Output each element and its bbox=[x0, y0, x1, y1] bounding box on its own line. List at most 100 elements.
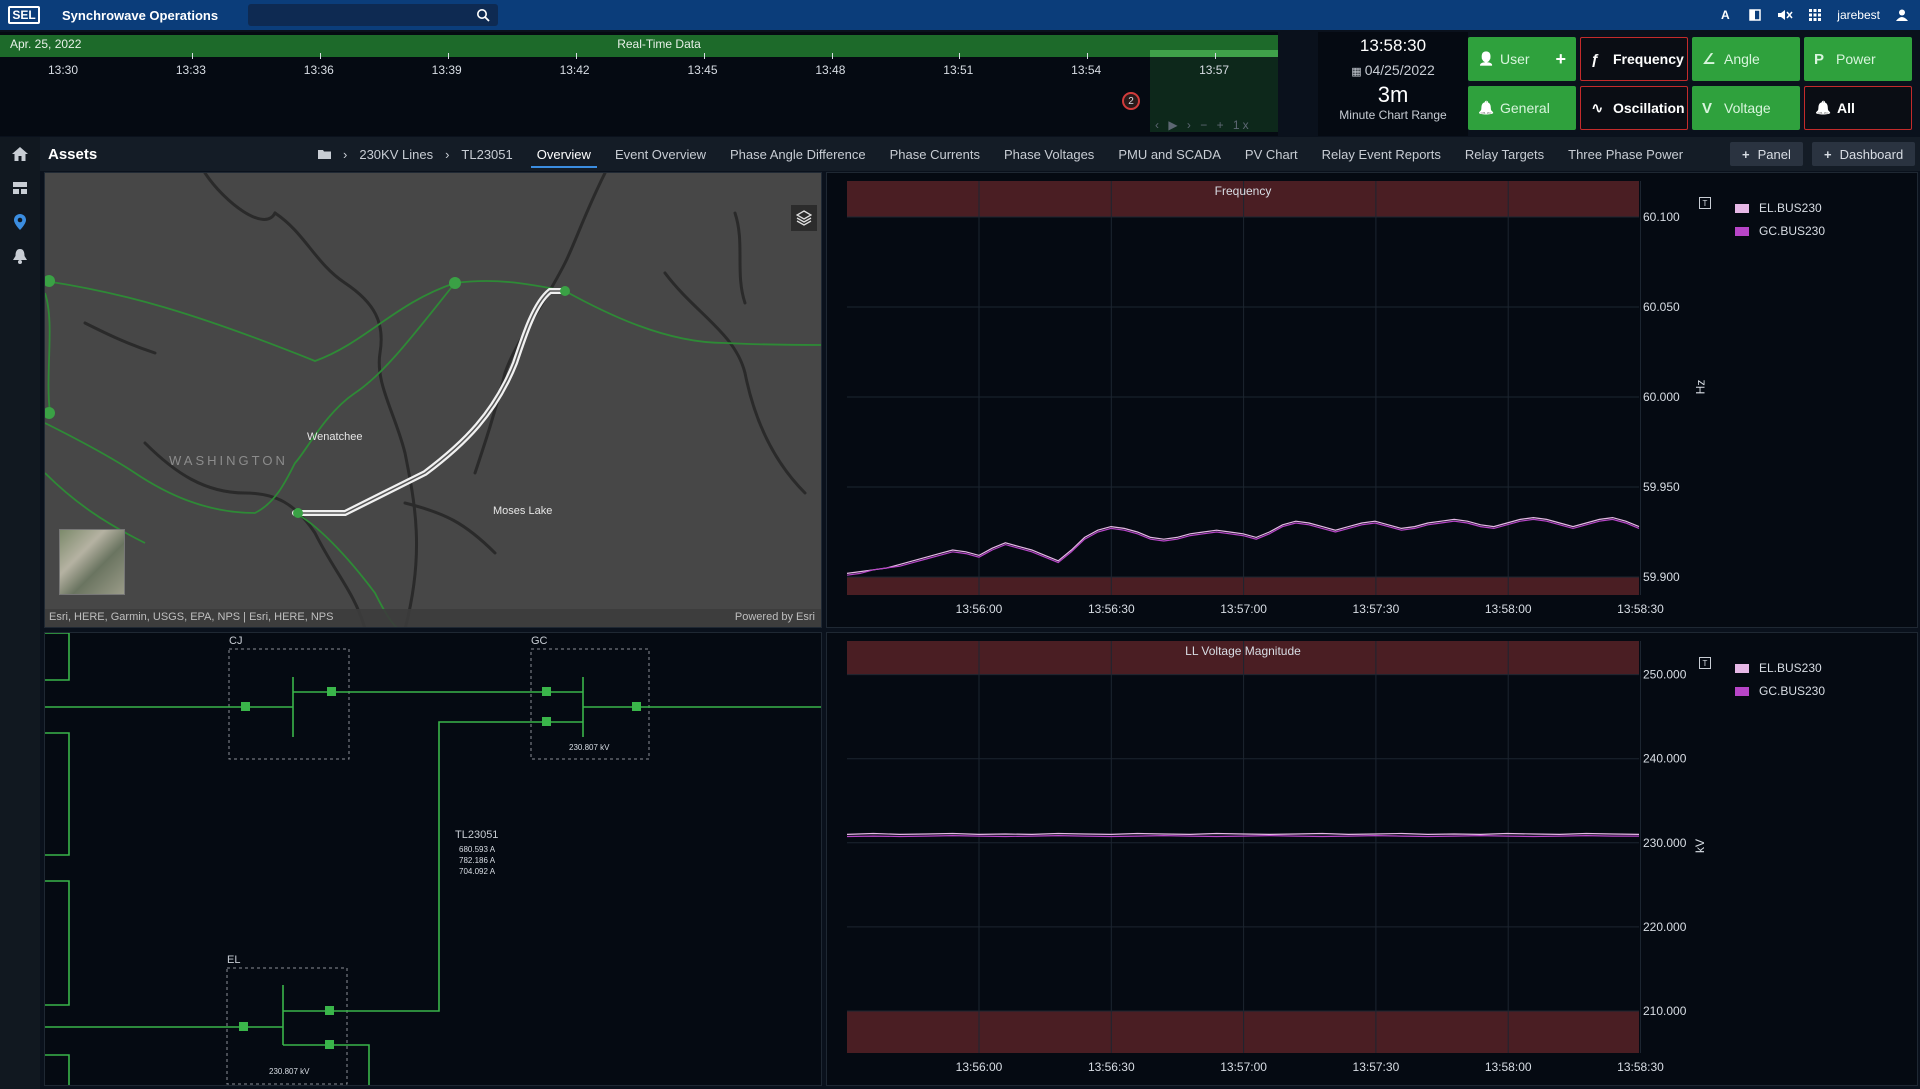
timeline-tick bbox=[703, 53, 705, 59]
dashboard-icon[interactable] bbox=[0, 171, 40, 205]
voltage-chart-panel[interactable]: 13:56:00 13:56:30 13:57:00 13:57:30 13:58:00… bbox=[826, 632, 1918, 1086]
tab-event-overview[interactable]: Event Overview bbox=[615, 139, 706, 170]
frequency-chart-panel[interactable]: 13:56:00 13:56:30 13:57:00 13:57:30 13:58:00… bbox=[826, 172, 1918, 628]
tab-phase-angle-difference[interactable]: Phase Angle Difference bbox=[730, 139, 866, 170]
diagram-canvas[interactable] bbox=[45, 633, 822, 1086]
x-tick-label: 13:58:30 bbox=[1617, 1060, 1664, 1074]
angle-alarm-button[interactable]: ∠ Angle bbox=[1692, 37, 1800, 81]
tab-pmu-and-scada[interactable]: PMU and SCADA bbox=[1118, 139, 1221, 170]
legend-swatch bbox=[1735, 686, 1749, 696]
calendar-icon[interactable]: ▦ bbox=[1351, 66, 1364, 78]
timeline-tick bbox=[959, 53, 961, 59]
chart-range[interactable]: 3m bbox=[1318, 82, 1468, 108]
station-label-cj[interactable]: CJ bbox=[229, 635, 242, 647]
frequency-alarm-button[interactable]: ƒ Frequency bbox=[1580, 37, 1688, 81]
plus-icon: + bbox=[1824, 146, 1832, 162]
search-icon[interactable] bbox=[476, 8, 490, 22]
oscillation-icon: ∿ bbox=[1591, 100, 1604, 117]
line-label[interactable]: TL23051 bbox=[455, 829, 498, 841]
timeline-event-badge[interactable]: 2 bbox=[1122, 92, 1140, 110]
oscillation-alarm-button[interactable]: ∿ Oscillation bbox=[1580, 86, 1688, 130]
timeline-tick-label: 13:30 bbox=[47, 63, 79, 77]
tab-relay-targets[interactable]: Relay Targets bbox=[1465, 139, 1544, 170]
legend-swatch bbox=[1735, 203, 1749, 213]
x-tick-label: 13:57:30 bbox=[1353, 1060, 1400, 1074]
bus-voltage-gc: 230.807 kV bbox=[569, 743, 610, 752]
breadcrumb-item[interactable]: TL23051 bbox=[461, 147, 512, 162]
tab-overview[interactable]: Overview bbox=[530, 139, 598, 170]
series-line-el-bus230 bbox=[846, 832, 1640, 836]
plus-icon: + bbox=[1742, 146, 1750, 162]
voltage-icon: V bbox=[1702, 99, 1713, 117]
station-label-el[interactable]: EL bbox=[227, 954, 240, 966]
breadcrumb: › 230KV Lines › TL23051 bbox=[318, 147, 513, 162]
add-panel-button[interactable]: + Panel bbox=[1730, 142, 1803, 166]
y-tick-label: 59.900 bbox=[1643, 570, 1680, 584]
map-panel[interactable]: Wenatchee WASHINGTON Moses Lake Esri, HE… bbox=[44, 172, 822, 628]
layers-button[interactable] bbox=[791, 205, 817, 231]
user-icon[interactable] bbox=[1894, 7, 1910, 23]
chart-legend: EL.BUS230 GC.BUS230 bbox=[1735, 661, 1825, 707]
button-label: Voltage bbox=[1724, 100, 1771, 116]
legend-swatch bbox=[1735, 226, 1749, 236]
legend-item[interactable]: GC.BUS230 bbox=[1735, 224, 1825, 238]
user-alarm-button[interactable]: 👤 User + bbox=[1468, 37, 1576, 81]
map-label-city: Moses Lake bbox=[493, 505, 553, 517]
tab-relay-event-reports[interactable]: Relay Event Reports bbox=[1322, 139, 1441, 170]
breadcrumb-item[interactable]: 230KV Lines bbox=[359, 147, 433, 162]
timeline-controls[interactable]: ‹ ▶ › − + 1x bbox=[1155, 118, 1252, 132]
timeline-tick bbox=[319, 53, 321, 59]
timeline-tick-label: 13:51 bbox=[943, 63, 974, 77]
tab-pv-chart[interactable]: PV Chart bbox=[1245, 139, 1298, 170]
all-alarm-button[interactable]: 🔔 All bbox=[1804, 86, 1912, 130]
bell-icon: 🔔 bbox=[1815, 100, 1832, 115]
x-tick-label: 13:58:00 bbox=[1485, 1060, 1532, 1074]
line-current-b: 782.186 A bbox=[459, 856, 496, 865]
x-tick-label: 13:56:30 bbox=[1088, 602, 1135, 616]
top-bar: SEL Synchrowave Operations A jarebest bbox=[0, 0, 1920, 30]
general-alarm-button[interactable]: 🔔 General bbox=[1468, 86, 1576, 130]
home-icon[interactable] bbox=[0, 137, 40, 171]
username[interactable]: jarebest bbox=[1837, 8, 1880, 22]
station-label-gc[interactable]: GC bbox=[531, 635, 548, 647]
location-icon[interactable] bbox=[0, 205, 40, 239]
bus-voltage-el: 230.807 kV bbox=[269, 1067, 310, 1076]
bell-icon: 🔔 bbox=[1478, 100, 1495, 115]
chevron-right-icon: › bbox=[343, 146, 348, 162]
x-tick-label: 13:57:30 bbox=[1353, 602, 1400, 616]
font-size-icon[interactable]: A bbox=[1717, 7, 1733, 23]
y-tick-label: 220.000 bbox=[1643, 920, 1687, 934]
chart-settings-icon[interactable]: T bbox=[1699, 657, 1711, 669]
map-canvas[interactable] bbox=[45, 173, 822, 628]
search-box[interactable] bbox=[248, 4, 499, 26]
legend-item[interactable]: GC.BUS230 bbox=[1735, 684, 1825, 698]
timeline-tick-label: 13:54 bbox=[1071, 63, 1102, 77]
timeline-tick bbox=[192, 53, 193, 59]
chart-range-label: Minute Chart Range bbox=[1339, 108, 1447, 122]
legend-item[interactable]: EL.BUS230 bbox=[1735, 201, 1825, 215]
y-tick-label: 59.950 bbox=[1643, 480, 1680, 494]
timeline[interactable]: Apr. 25, 2022 Real-Time Data 13:30 13:33 1… bbox=[0, 32, 1345, 136]
legend-item[interactable]: EL.BUS230 bbox=[1735, 661, 1825, 675]
tab-phase-currents[interactable]: Phase Currents bbox=[890, 139, 980, 170]
apps-grid-icon[interactable] bbox=[1807, 7, 1823, 23]
add-user-icon[interactable]: + bbox=[1555, 49, 1566, 70]
button-label: General bbox=[1500, 100, 1550, 116]
timeline-tick-label: 13:57 bbox=[1199, 63, 1230, 77]
one-line-diagram[interactable]: CJ GC EL 230.807 kV 230.807 kV TL23051 6… bbox=[44, 632, 822, 1086]
voltage-alarm-button[interactable]: V Voltage bbox=[1692, 86, 1800, 130]
app-title: Synchrowave Operations bbox=[62, 7, 219, 23]
button-label: Frequency bbox=[1613, 51, 1684, 67]
search-input[interactable] bbox=[248, 4, 499, 26]
folder-icon[interactable] bbox=[318, 147, 331, 162]
add-dashboard-button[interactable]: + Dashboard bbox=[1812, 142, 1916, 166]
tab-phase-voltages[interactable]: Phase Voltages bbox=[1004, 139, 1094, 170]
tab-three-phase-power[interactable]: Three Phase Power bbox=[1568, 139, 1683, 170]
page-title: Assets bbox=[48, 145, 98, 163]
power-alarm-button[interactable]: P Power bbox=[1804, 37, 1912, 81]
basemap-thumbnail[interactable] bbox=[59, 529, 125, 595]
alarm-icon[interactable] bbox=[0, 239, 40, 273]
contrast-icon[interactable] bbox=[1747, 7, 1763, 23]
chart-settings-icon[interactable]: T bbox=[1699, 197, 1711, 209]
mute-icon[interactable] bbox=[1777, 7, 1793, 23]
